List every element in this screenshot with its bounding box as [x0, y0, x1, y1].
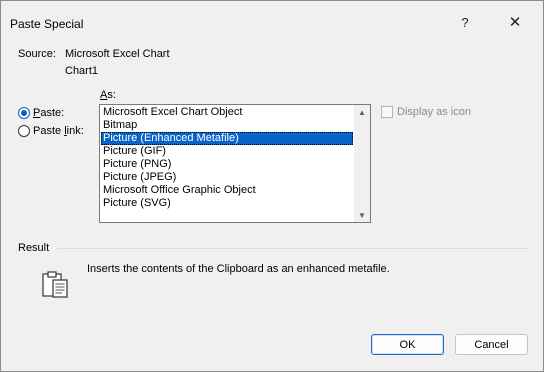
paste-link-radio-label[interactable]: Paste link: [33, 125, 84, 137]
clipboard-icon [41, 271, 71, 302]
list-item-excel-chart-object[interactable]: Microsoft Excel Chart Object [101, 106, 353, 119]
paste-link-option[interactable]: Paste link: [18, 125, 84, 137]
cancel-button[interactable]: Cancel [455, 334, 528, 355]
as-label: As: [100, 89, 116, 101]
close-button[interactable]: ✕ [500, 11, 530, 33]
paste-special-dialog: Paste Special ? ✕ Source: Microsoft Exce… [0, 0, 544, 372]
list-item-office-graphic-object[interactable]: Microsoft Office Graphic Object [101, 184, 353, 197]
display-as-icon-option: Display as icon [381, 106, 471, 118]
paste-option[interactable]: Paste: [18, 107, 64, 119]
list-item-jpeg[interactable]: Picture (JPEG) [101, 171, 353, 184]
dialog-title: Paste Special [10, 17, 84, 31]
help-button[interactable]: ? [450, 11, 480, 33]
display-as-icon-label: Display as icon [397, 106, 471, 118]
as-format-listbox[interactable]: Microsoft Excel Chart Object Bitmap Pict… [99, 104, 371, 223]
title-bar: Paste Special ? ✕ [1, 1, 543, 35]
display-as-icon-checkbox [381, 106, 393, 118]
scroll-down-arrow-icon[interactable]: ▼ [354, 208, 370, 222]
source-app: Microsoft Excel Chart [65, 48, 170, 60]
ok-button[interactable]: OK [371, 334, 444, 355]
result-divider [57, 248, 529, 249]
list-item-svg[interactable]: Picture (SVG) [101, 197, 353, 210]
listbox-scrollbar[interactable]: ▲ ▼ [354, 105, 370, 222]
paste-radio[interactable] [18, 107, 30, 119]
source-item: Chart1 [65, 65, 99, 77]
paste-radio-label[interactable]: Paste: [33, 107, 64, 119]
result-label: Result [18, 242, 50, 254]
result-description: Inserts the contents of the Clipboard as… [87, 263, 390, 275]
paste-link-radio[interactable] [18, 125, 30, 137]
list-item-gif[interactable]: Picture (GIF) [101, 145, 353, 158]
list-item-enhanced-metafile[interactable]: Picture (Enhanced Metafile) [101, 132, 353, 145]
scroll-up-arrow-icon[interactable]: ▲ [354, 105, 370, 119]
list-item-bitmap[interactable]: Bitmap [101, 119, 353, 132]
list-item-png[interactable]: Picture (PNG) [101, 158, 353, 171]
source-label: Source: [18, 48, 56, 60]
